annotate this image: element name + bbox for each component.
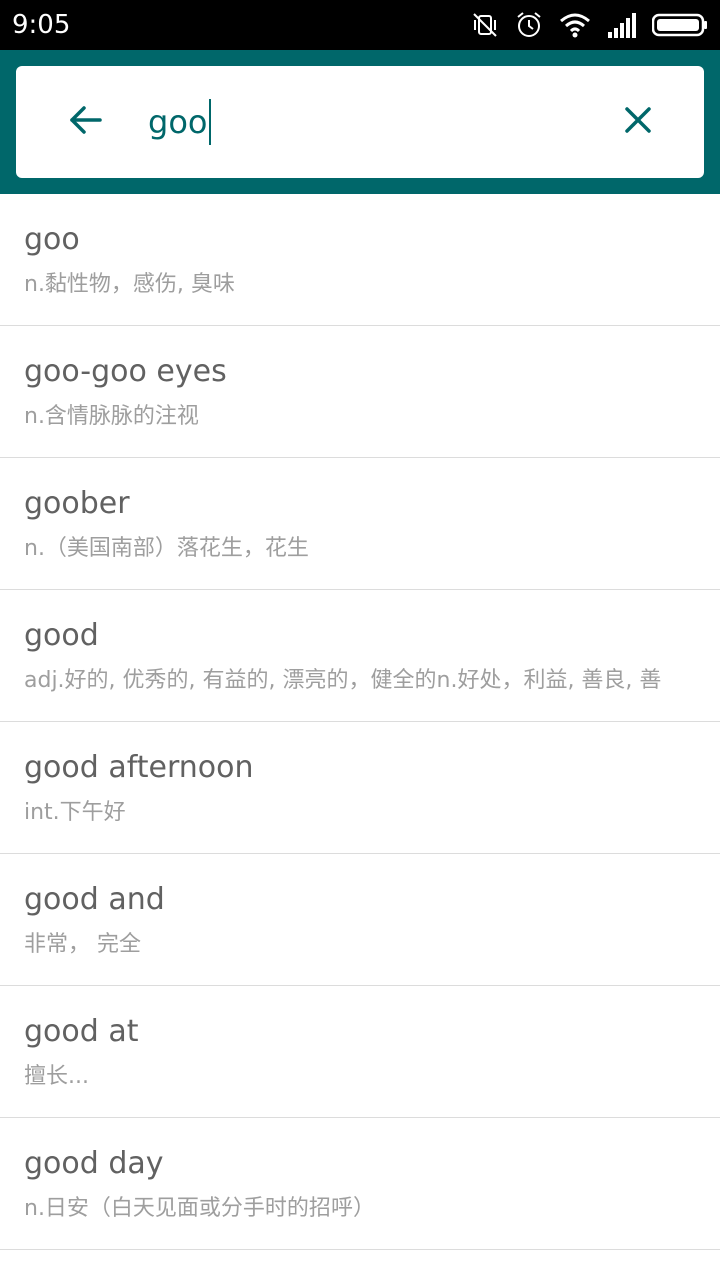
- result-definition: n.含情脉脉的注视: [24, 404, 199, 429]
- result-definition: n.（美国南部）落花生，花生: [24, 536, 309, 561]
- back-button[interactable]: [60, 96, 112, 148]
- status-bar: 9:05: [0, 0, 720, 50]
- clear-button[interactable]: [612, 96, 664, 148]
- text-caret: [209, 99, 212, 145]
- app-header: goo: [0, 50, 720, 194]
- list-item[interactable]: goober n.（美国南部）落花生，花生: [0, 458, 720, 590]
- result-word: goo: [24, 222, 80, 257]
- result-word: good day: [24, 1146, 164, 1181]
- list-item[interactable]: good afternoon int.下午好: [0, 722, 720, 854]
- list-item[interactable]: good and 非常， 完全: [0, 854, 720, 986]
- result-word: goo-goo eyes: [24, 354, 227, 389]
- list-item[interactable]: goo-goo eyes n.含情脉脉的注视: [0, 326, 720, 458]
- search-query: goo: [148, 103, 208, 141]
- status-time: 9:05: [12, 10, 71, 40]
- list-item[interactable]: good adj.好的, 优秀的, 有益的, 漂亮的，健全的n.好处，利益, 善…: [0, 590, 720, 722]
- signal-icon: [606, 10, 638, 40]
- result-list: goo n.黏性物，感伤, 臭味 goo-goo eyes n.含情脉脉的注视 …: [0, 194, 720, 1250]
- search-box: goo: [16, 66, 704, 178]
- close-icon: [623, 105, 653, 139]
- search-input[interactable]: goo: [148, 96, 212, 148]
- list-item[interactable]: goo n.黏性物，感伤, 臭味: [0, 194, 720, 326]
- wifi-icon: [558, 10, 592, 40]
- arrow-left-icon: [68, 102, 104, 142]
- result-word: good afternoon: [24, 750, 254, 785]
- result-definition: 擅长...: [24, 1064, 89, 1089]
- result-definition: n.日安（白天见面或分手时的招呼）: [24, 1196, 375, 1221]
- vibrate-off-icon: [470, 10, 500, 40]
- status-icons: [470, 9, 708, 41]
- result-word: good: [24, 618, 99, 653]
- result-word: goober: [24, 486, 130, 521]
- list-item[interactable]: good day n.日安（白天见面或分手时的招呼）: [0, 1118, 720, 1250]
- result-definition: int.下午好: [24, 800, 126, 825]
- result-definition: 非常， 完全: [24, 932, 141, 957]
- battery-icon: [652, 10, 708, 40]
- alarm-icon: [514, 10, 544, 40]
- result-definition: n.黏性物，感伤, 臭味: [24, 272, 235, 297]
- result-word: good at: [24, 1014, 139, 1049]
- result-definition: adj.好的, 优秀的, 有益的, 漂亮的，健全的n.好处，利益, 善良, 善: [24, 668, 662, 693]
- result-word: good and: [24, 882, 165, 917]
- list-item[interactable]: good at 擅长...: [0, 986, 720, 1118]
